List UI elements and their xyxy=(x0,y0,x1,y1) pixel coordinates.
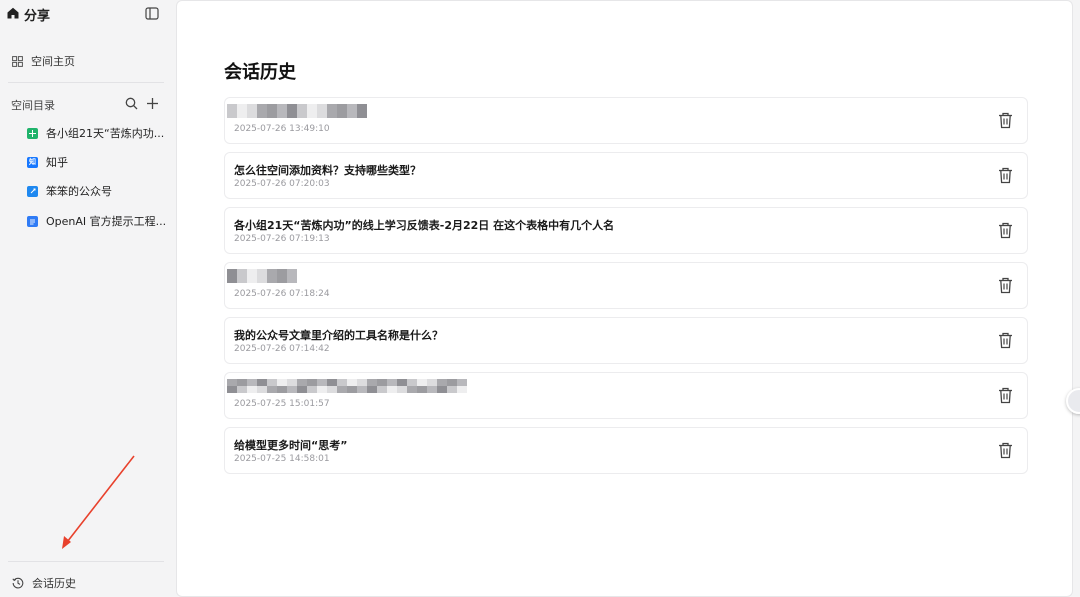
annotation-arrow xyxy=(62,455,135,549)
conversation-item[interactable]: 2025-07-26 13:49:10 xyxy=(224,97,1028,144)
sidebar-item-label: 笨笨的公众号 xyxy=(46,185,112,198)
conversation-timestamp: 2025-07-26 07:18:24 xyxy=(234,289,330,299)
trash-icon[interactable] xyxy=(998,167,1013,184)
redacted-title-mosaic xyxy=(227,379,467,393)
session-history-link[interactable]: 会话历史 xyxy=(8,573,164,593)
sidebar-header: 分享 xyxy=(0,0,172,30)
conversation-timestamp: 2025-07-26 07:14:42 xyxy=(234,344,330,354)
sidebar-collapse-icon[interactable] xyxy=(145,7,159,20)
session-history-label: 会话历史 xyxy=(32,577,76,590)
conversation-timestamp: 2025-07-26 13:49:10 xyxy=(234,124,330,134)
space-title: 分享 xyxy=(24,9,51,24)
zhihu-icon: 知 xyxy=(27,156,38,168)
sidebar-item-openai-doc[interactable]: OpenAI 官方提示工程... xyxy=(22,210,167,232)
sidebar-item-zhihu[interactable]: 知 知乎 xyxy=(22,151,167,173)
sidebar-divider xyxy=(8,561,164,562)
trash-icon[interactable] xyxy=(998,222,1013,239)
space-home-label: 空间主页 xyxy=(31,55,75,68)
conversation-item[interactable]: 我的公众号文章里介绍的工具名称是什么？ 2025-07-26 07:14:42 xyxy=(224,317,1028,364)
trash-icon[interactable] xyxy=(998,277,1013,294)
conversation-timestamp: 2025-07-25 15:01:57 xyxy=(234,399,330,409)
redacted-title-mosaic xyxy=(227,269,297,283)
redacted-title-mosaic xyxy=(227,104,367,118)
sidebar-item-label: 各小组21天“苦炼内功... xyxy=(46,127,165,140)
sidebar-item-label: 知乎 xyxy=(46,156,68,169)
conversation-timestamp: 2025-07-25 14:58:01 xyxy=(234,454,330,464)
conversation-timestamp: 2025-07-26 07:20:03 xyxy=(234,179,330,189)
trash-icon[interactable] xyxy=(998,112,1013,129)
conversation-title: 各小组21天“苦炼内功”的线上学习反馈表-2月22日 在这个表格中有几个人名 xyxy=(234,219,615,232)
space-home-link[interactable]: 空间主页 xyxy=(8,50,164,72)
conversation-item[interactable]: 给模型更多时间“思考” 2025-07-25 14:58:01 xyxy=(224,427,1028,474)
conversation-item[interactable]: 2025-07-25 15:01:57 xyxy=(224,372,1028,419)
sidebar-item-wechat[interactable]: 笨笨的公众号 xyxy=(22,180,167,202)
search-icon[interactable] xyxy=(125,97,138,110)
conversation-item[interactable]: 2025-07-26 07:18:24 xyxy=(224,262,1028,309)
home-icon[interactable] xyxy=(6,6,20,20)
link-icon xyxy=(27,185,38,197)
conversation-item[interactable]: 怎么往空间添加资料？支持哪些类型？ 2025-07-26 07:20:03 xyxy=(224,152,1028,199)
main-panel: 会话历史 2025-07-26 13:49:10 怎么往空间添加资料？支持哪些类型… xyxy=(176,0,1073,597)
trash-icon[interactable] xyxy=(998,332,1013,349)
doc-icon xyxy=(27,215,38,227)
conversation-title: 我的公众号文章里介绍的工具名称是什么？ xyxy=(234,329,443,342)
grid-icon xyxy=(12,55,23,67)
trash-icon[interactable] xyxy=(998,387,1013,404)
sidebar-item-sheet[interactable]: 各小组21天“苦炼内功... xyxy=(22,122,167,144)
directory-label: 空间目录 xyxy=(11,99,55,112)
conversation-item[interactable]: 各小组21天“苦炼内功”的线上学习反馈表-2月22日 在这个表格中有几个人名 20… xyxy=(224,207,1028,254)
history-icon xyxy=(12,577,24,589)
trash-icon[interactable] xyxy=(998,442,1013,459)
sidebar-item-label: OpenAI 官方提示工程... xyxy=(46,215,167,228)
conversation-title: 怎么往空间添加资料？支持哪些类型？ xyxy=(234,164,421,177)
conversation-timestamp: 2025-07-26 07:19:13 xyxy=(234,234,330,244)
conversation-title: 给模型更多时间“思考” xyxy=(234,439,348,452)
conversation-list: 2025-07-26 13:49:10 怎么往空间添加资料？支持哪些类型？ 2025… xyxy=(224,97,1028,482)
sidebar-divider xyxy=(8,82,164,83)
add-icon[interactable] xyxy=(146,97,159,110)
sheet-icon xyxy=(27,127,38,139)
page-title: 会话历史 xyxy=(224,62,296,83)
